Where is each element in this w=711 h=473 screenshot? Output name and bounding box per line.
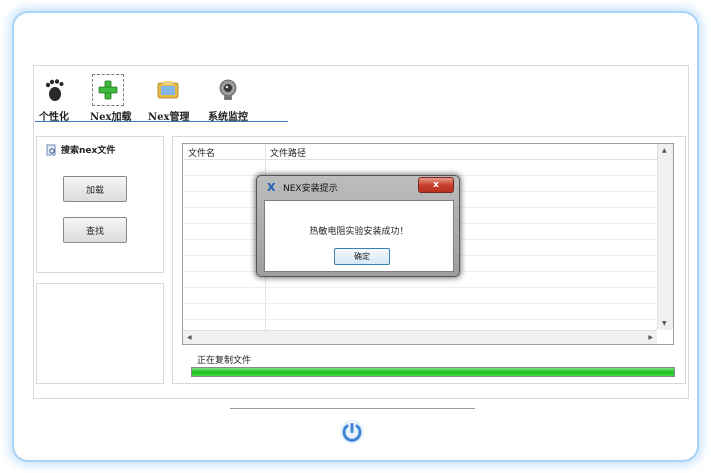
install-dialog: X NEX安装提示 x 热敏电阻实验安装成功！ 确定 bbox=[256, 175, 460, 277]
scroll-down-icon[interactable]: ▼ bbox=[662, 320, 667, 327]
scroll-right-icon[interactable]: ▶ bbox=[648, 334, 653, 341]
plus-icon bbox=[92, 74, 124, 106]
power-icon[interactable] bbox=[338, 418, 366, 446]
table-row bbox=[183, 303, 657, 304]
file-list-header: 文件名 文件路径 bbox=[183, 144, 657, 160]
toolbar-system-monitor[interactable]: 系统监控 bbox=[206, 74, 250, 124]
dialog-title: NEX安装提示 bbox=[283, 184, 338, 194]
folder-icon bbox=[152, 74, 184, 106]
table-row bbox=[183, 319, 657, 320]
search-title-label: 搜索nex文件 bbox=[61, 146, 116, 156]
column-file-name[interactable]: 文件名 bbox=[188, 146, 215, 159]
ok-button[interactable]: 确定 bbox=[334, 248, 390, 265]
table-row bbox=[183, 287, 657, 288]
progress-fill bbox=[192, 368, 674, 376]
scroll-up-icon[interactable]: ▲ bbox=[662, 147, 667, 154]
footer-divider bbox=[230, 408, 475, 409]
load-button[interactable]: 加载 bbox=[63, 176, 127, 202]
column-file-path[interactable]: 文件路径 bbox=[270, 146, 306, 159]
toolbar-nex-load[interactable]: Nex加载 bbox=[90, 74, 131, 124]
file-search-icon bbox=[46, 144, 56, 155]
scroll-left-icon[interactable]: ◀ bbox=[187, 334, 192, 341]
toolbar-underline bbox=[35, 121, 288, 122]
footprint-icon bbox=[38, 74, 70, 106]
search-panel bbox=[36, 136, 164, 273]
toolbar-nex-manage[interactable]: Nex管理 bbox=[148, 74, 189, 124]
info-panel bbox=[36, 283, 164, 384]
vertical-scrollbar[interactable]: ▲ ▼ bbox=[657, 144, 673, 330]
close-button[interactable]: x bbox=[418, 177, 454, 193]
webcam-icon bbox=[212, 74, 244, 106]
dialog-message: 热敏电阻实验安装成功！ bbox=[309, 227, 409, 237]
search-title: 搜索nex文件 bbox=[46, 143, 115, 156]
toolbar-personalize[interactable]: 个性化 bbox=[38, 74, 70, 124]
find-button[interactable]: 查找 bbox=[63, 217, 127, 243]
horizontal-scrollbar[interactable]: ◀ ▶ bbox=[183, 330, 657, 344]
dialog-body: 热敏电阻实验安装成功！ 确定 bbox=[264, 200, 454, 272]
status-text: 正在复制文件 bbox=[197, 356, 252, 366]
progress-bar bbox=[191, 367, 675, 377]
nex-logo-icon: X bbox=[267, 181, 276, 194]
